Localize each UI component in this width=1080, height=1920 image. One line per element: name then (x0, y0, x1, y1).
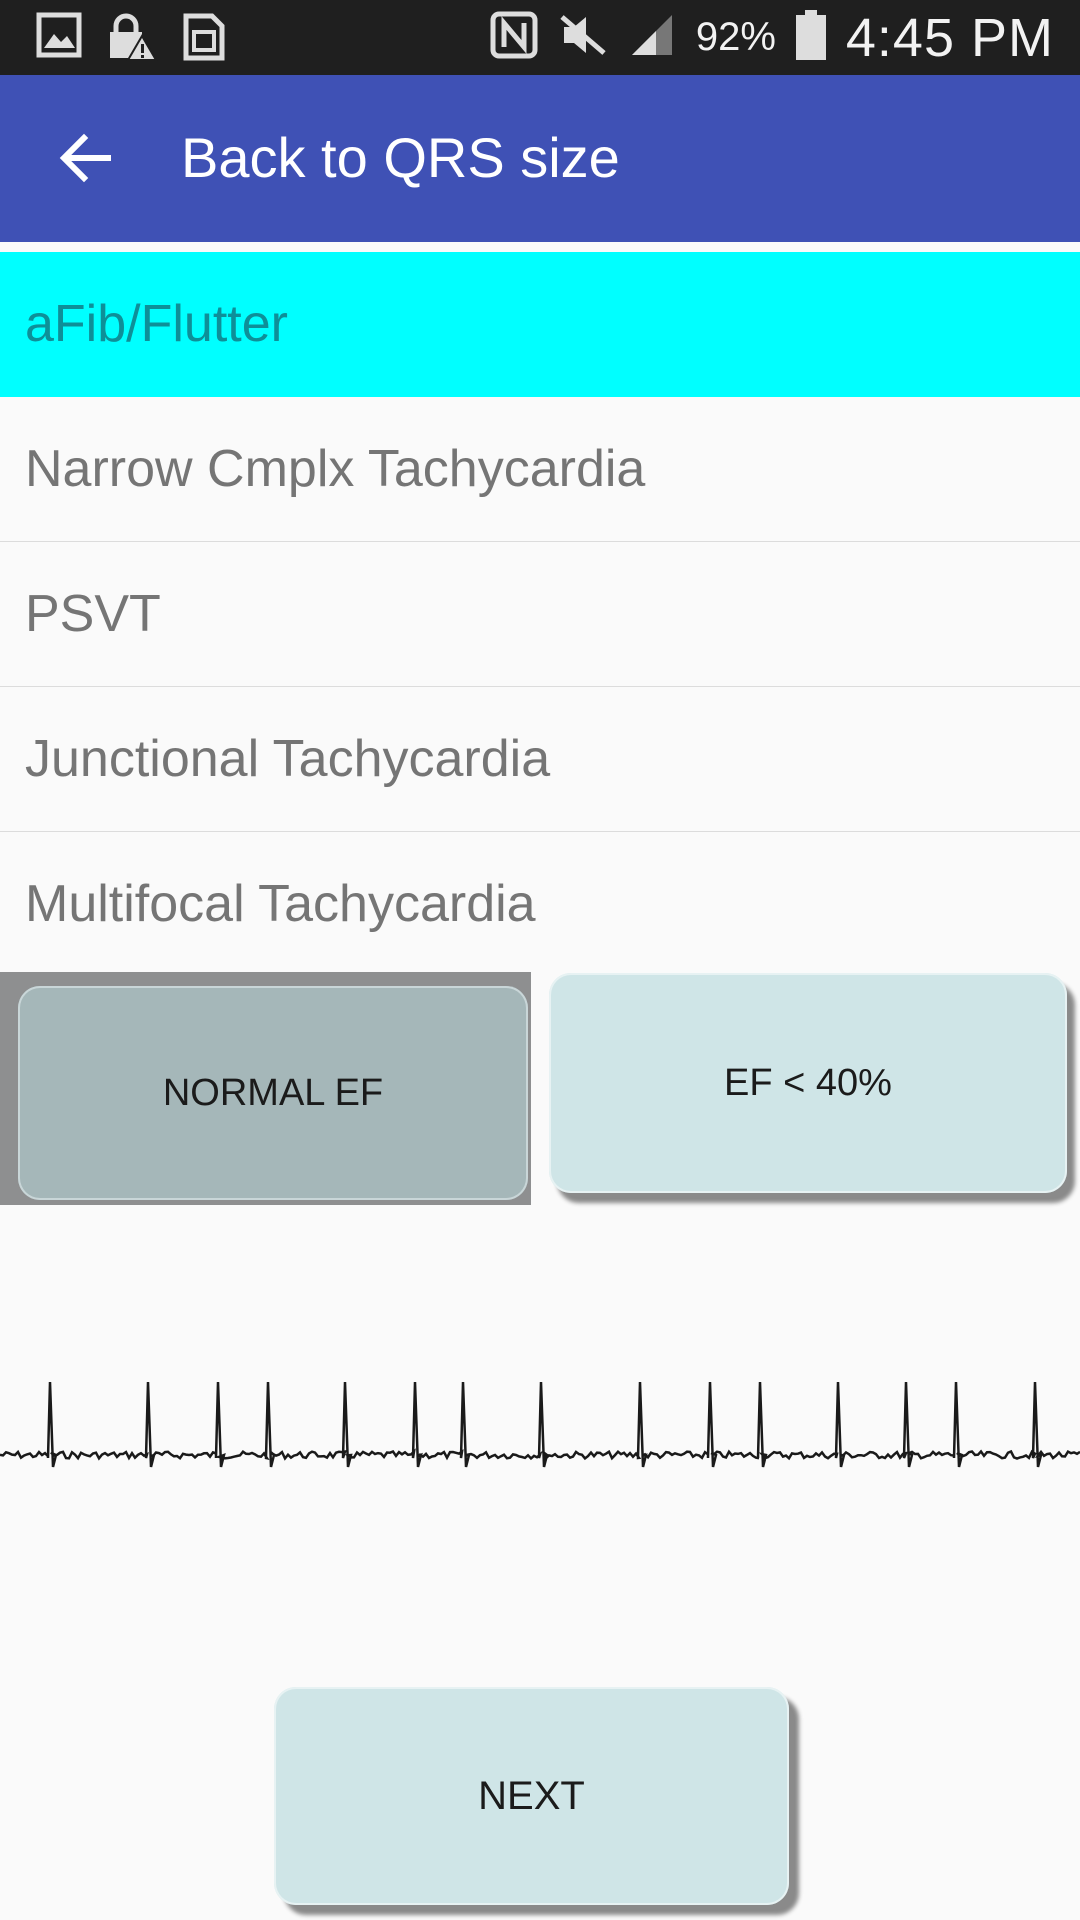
status-bar-right: 92% 4:45 PM (490, 0, 1054, 75)
arrow-left-icon[interactable] (56, 130, 112, 186)
nfc-icon (490, 11, 538, 64)
list-item-psvt[interactable]: PSVT (0, 542, 1080, 687)
battery-percent: 92% (695, 15, 776, 59)
signal-icon (628, 13, 676, 62)
battery-icon (795, 10, 826, 65)
image-icon (36, 12, 82, 67)
ecg-strip-image (0, 1381, 1080, 1468)
normal-ef-button-frame: NORMAL EF (0, 972, 531, 1205)
next-button[interactable]: NEXT (274, 1687, 789, 1905)
app-title: Back to QRS size (181, 126, 620, 189)
mute-icon (558, 13, 608, 62)
list-item-junctional-tachycardia[interactable]: Junctional Tachycardia (0, 687, 1080, 832)
ecg-trace (0, 1381, 1080, 1468)
status-bar: 92% 4:45 PM (0, 0, 1080, 75)
rhythm-list: aFib/Flutter Narrow Cmplx Tachycardia PS… (0, 252, 1080, 977)
clock: 4:45 PM (845, 7, 1054, 68)
low-ef-button[interactable]: EF < 40% (549, 973, 1067, 1193)
app-bar: Back to QRS size (0, 75, 1080, 242)
list-item-multifocal-tachycardia[interactable]: Multifocal Tachycardia (0, 832, 1080, 977)
normal-ef-button[interactable]: NORMAL EF (18, 986, 528, 1200)
lock-alert-icon (106, 12, 158, 67)
sim-card-icon (182, 12, 226, 67)
list-item-narrow-complex-tachycardia[interactable]: Narrow Cmplx Tachycardia (0, 397, 1080, 542)
status-bar-left (36, 12, 226, 67)
list-item-afib-flutter[interactable]: aFib/Flutter (0, 252, 1080, 397)
